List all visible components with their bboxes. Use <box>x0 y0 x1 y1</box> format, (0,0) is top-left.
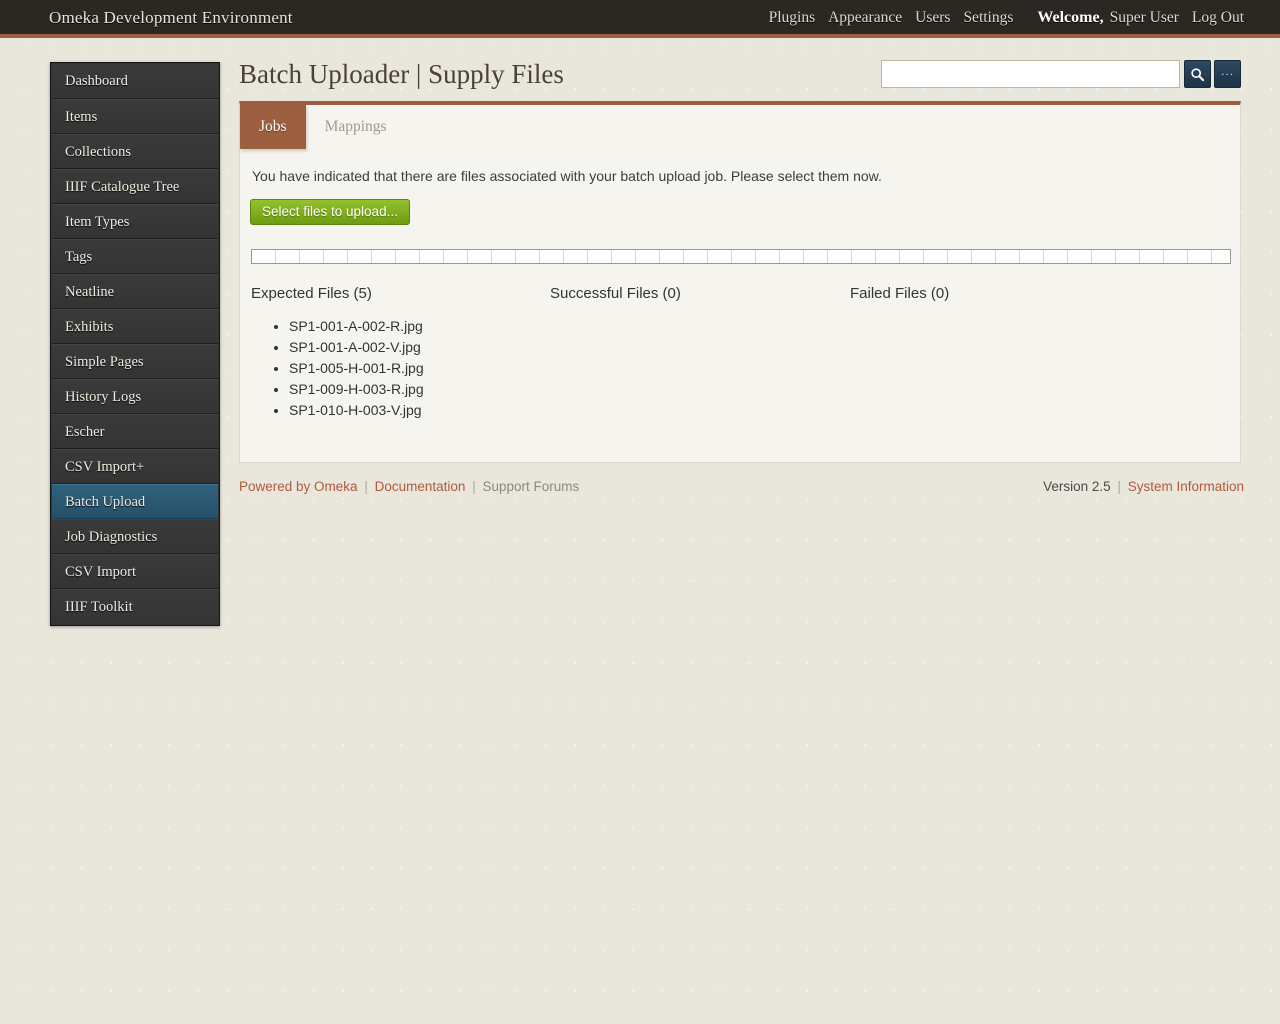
file-list-item: SP1-009-H-003-R.jpg <box>289 379 550 400</box>
sidebar-item-label: History Logs <box>65 389 142 405</box>
sidebar-item-batch-upload[interactable]: Batch Upload <box>52 484 218 519</box>
failed-files-column: Failed Files (0) <box>850 285 1150 421</box>
sidebar-item-simple-pages[interactable]: Simple Pages <box>52 344 218 379</box>
sidebar-item-tags[interactable]: Tags <box>52 239 218 274</box>
sidebar-item-iiif-toolkit[interactable]: IIIF Toolkit <box>52 589 218 624</box>
expected-files-heading: Expected Files (5) <box>251 285 372 302</box>
footer-separator-3: | <box>1117 479 1121 494</box>
footer-left: Powered by Omeka | Documentation | Suppo… <box>239 479 579 494</box>
sidebar-item-label: Job Diagnostics <box>65 529 158 545</box>
sidebar-item-label: IIIF Toolkit <box>65 599 133 615</box>
top-navigation: Plugins Appearance Users Settings Welcom… <box>769 9 1244 27</box>
sidebar-item-exhibits[interactable]: Exhibits <box>52 309 218 344</box>
nav-users[interactable]: Users <box>915 9 950 27</box>
successful-files-column: Successful Files (0) <box>550 285 850 421</box>
user-name: Super User <box>1109 9 1179 26</box>
welcome-label: Welcome, <box>1037 9 1104 26</box>
nav-plugins[interactable]: Plugins <box>769 9 816 27</box>
search-button[interactable] <box>1184 60 1212 88</box>
sidebar-item-label: Tags <box>65 249 93 265</box>
footer-right: Version 2.5 | System Information <box>1043 479 1244 494</box>
sidebar-item-history-logs[interactable]: History Logs <box>52 379 218 414</box>
advanced-search-button[interactable]: ... <box>1214 60 1241 88</box>
footer-support-forums-link[interactable]: Support Forums <box>482 479 579 494</box>
nav-appearance[interactable]: Appearance <box>828 9 902 27</box>
footer-separator-2: | <box>472 479 476 494</box>
nav-log-out[interactable]: Log Out <box>1192 9 1244 27</box>
welcome-group: Welcome, Super User <box>1037 9 1179 27</box>
tab-jobs[interactable]: Jobs <box>240 105 306 149</box>
site-title: Omeka Development Environment <box>49 8 293 27</box>
failed-files-heading: Failed Files (0) <box>850 285 950 302</box>
footer-version: Version 2.5 <box>1043 479 1111 494</box>
sidebar-item-label: Batch Upload <box>65 494 146 510</box>
expected-files-column: Expected Files (5) SP1-001-A-002-R.jpgSP… <box>251 285 550 421</box>
file-list-item: SP1-001-A-002-R.jpg <box>289 316 550 337</box>
sidebar-item-label: Dashboard <box>65 73 128 89</box>
sidebar-item-label: CSV Import+ <box>65 459 145 475</box>
content-panel: Jobs Mappings You have indicated that th… <box>239 101 1241 463</box>
sidebar-item-label: Collections <box>65 144 132 160</box>
sidebar-item-label: Simple Pages <box>65 354 144 370</box>
search-input[interactable] <box>881 60 1181 88</box>
file-list-item: SP1-005-H-001-R.jpg <box>289 358 550 379</box>
sidebar-item-label: Items <box>65 109 98 125</box>
sidebar-item-item-types[interactable]: Item Types <box>52 204 218 239</box>
search-icon <box>1190 67 1205 82</box>
file-columns: Expected Files (5) SP1-001-A-002-R.jpgSP… <box>251 285 1231 421</box>
sidebar-item-label: IIIF Catalogue Tree <box>65 179 180 195</box>
sidebar-item-label: CSV Import <box>65 564 137 580</box>
successful-files-heading: Successful Files (0) <box>550 285 681 302</box>
sidebar-item-dashboard[interactable]: Dashboard <box>52 64 218 99</box>
sidebar-item-escher[interactable]: Escher <box>52 414 218 449</box>
file-list-item: SP1-001-A-002-V.jpg <box>289 337 550 358</box>
footer-documentation-link[interactable]: Documentation <box>375 479 466 494</box>
footer-separator-1: | <box>364 479 368 494</box>
nav-settings[interactable]: Settings <box>963 9 1013 27</box>
select-files-button[interactable]: Select files to upload... <box>250 199 410 225</box>
sidebar-item-csv-import[interactable]: CSV Import+ <box>52 449 218 484</box>
upload-progress-bar <box>251 249 1231 264</box>
sidebar-item-iiif-catalogue-tree[interactable]: IIIF Catalogue Tree <box>52 169 218 204</box>
sidebar-item-items[interactable]: Items <box>52 99 218 134</box>
expected-files-list: SP1-001-A-002-R.jpgSP1-001-A-002-V.jpgSP… <box>251 316 550 421</box>
sidebar-item-label: Item Types <box>65 214 130 230</box>
search-bar: ... <box>881 60 1241 88</box>
sidebar-item-job-diagnostics[interactable]: Job Diagnostics <box>52 519 218 554</box>
tab-bar: Jobs Mappings <box>240 105 406 149</box>
tab-mappings[interactable]: Mappings <box>306 105 406 149</box>
sidebar-item-csv-import[interactable]: CSV Import <box>52 554 218 589</box>
sidebar-navigation: Dashboard Items Collections IIIF Catalogue … <box>50 62 220 626</box>
sidebar-item-label: Escher <box>65 424 105 440</box>
top-header-bar: Omeka Development Environment Plugins Ap… <box>0 0 1280 38</box>
page-title: Batch Uploader | Supply Files <box>239 59 564 89</box>
footer-system-information-link[interactable]: System Information <box>1128 479 1244 494</box>
sidebar-item-label: Exhibits <box>65 319 114 335</box>
sidebar-item-collections[interactable]: Collections <box>52 134 218 169</box>
footer-powered-by-omeka-link[interactable]: Powered by Omeka <box>239 479 358 494</box>
sidebar-item-neatline[interactable]: Neatline <box>52 274 218 309</box>
instruction-text: You have indicated that there are files … <box>252 168 882 184</box>
sidebar-item-label: Neatline <box>65 284 115 300</box>
file-list-item: SP1-010-H-003-V.jpg <box>289 400 550 421</box>
